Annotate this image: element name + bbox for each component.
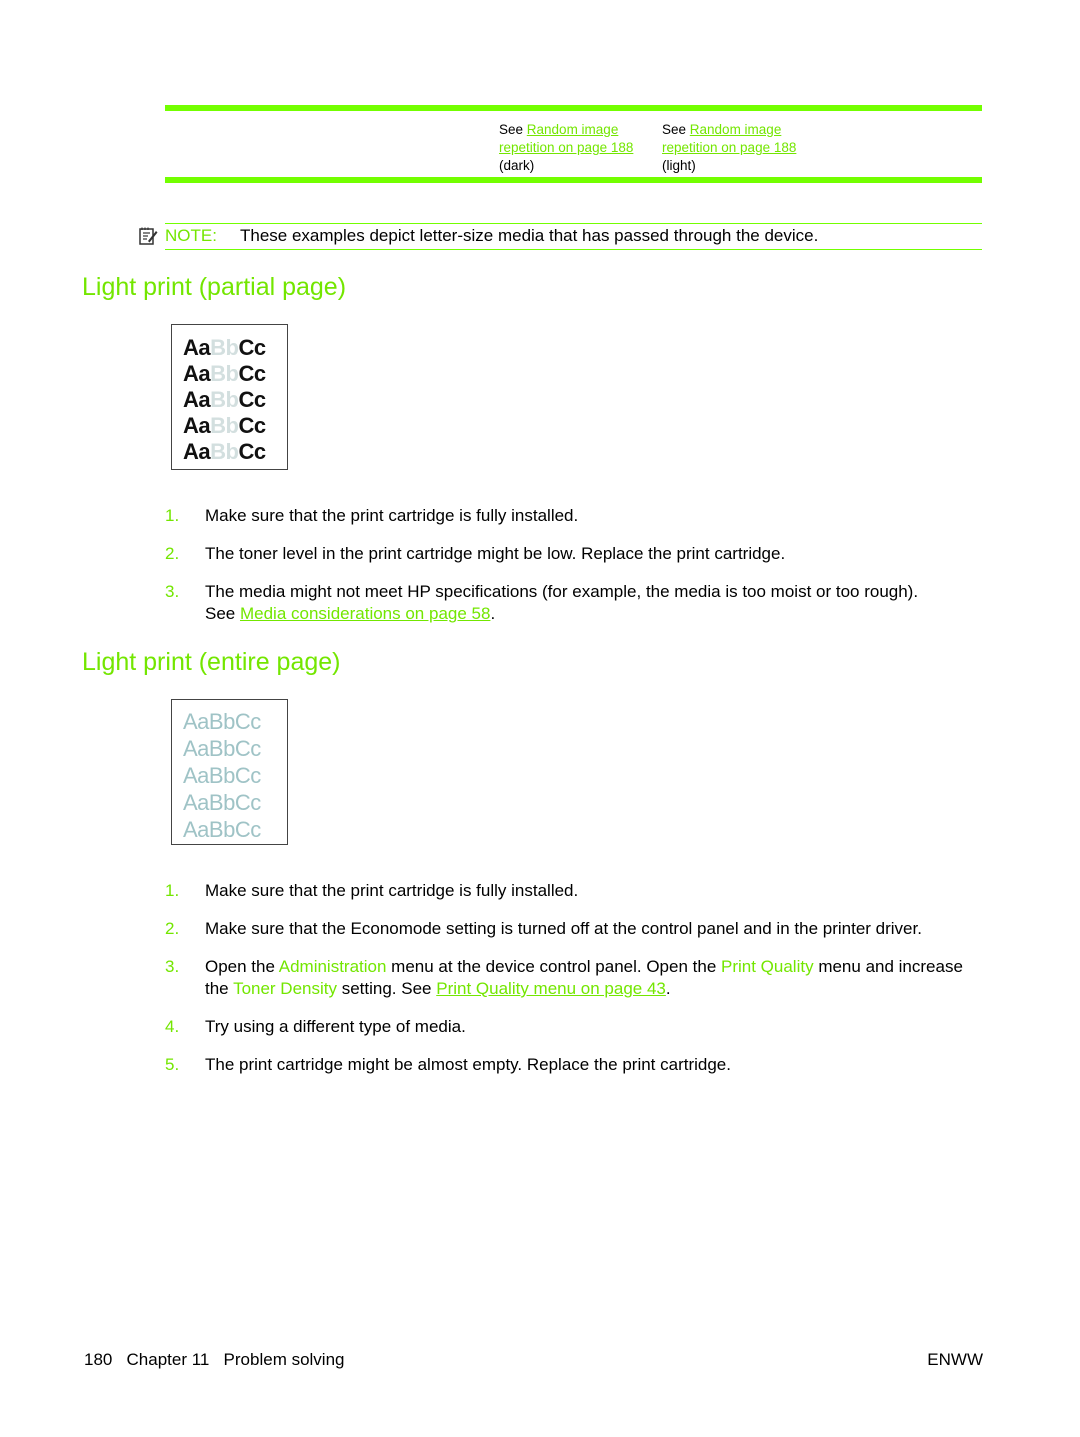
note-text: These examples depict letter-size media … — [240, 226, 819, 245]
media-considerations-link[interactable]: Media considerations on page 58 — [240, 604, 490, 623]
sample-image-partial-page: AaBbCc AaBbCc AaBbCc AaBbCc AaBbCc — [171, 324, 288, 470]
list-item: 3. Open the Administration menu at the de… — [165, 957, 963, 998]
sample-row: AaBbCc — [183, 361, 266, 386]
section-title-partial-page: Light print (partial page) — [82, 273, 347, 301]
cell-suffix: (light) — [662, 158, 696, 173]
sample-image-entire-page: AaBbCc AaBbCc AaBbCc AaBbCc AaBbCc — [171, 699, 288, 845]
page-footer-right: ENWW — [927, 1350, 983, 1369]
sample-row: AaBbCc — [183, 763, 261, 788]
image-repetition-table: See Random image repetition on page 188 … — [165, 105, 982, 183]
table-cell-dark: See Random image repetition on page 188 … — [499, 121, 659, 175]
print-quality-menu-link[interactable]: Print Quality menu on page 43 — [436, 979, 666, 998]
note-label: NOTE: — [165, 226, 217, 245]
steps-list-partial-page: 1. Make sure that the print cartridge is … — [165, 505, 985, 641]
list-item: 4. Try using a different type of media. — [165, 1017, 466, 1036]
sample-row: AaBbCc — [183, 439, 266, 464]
list-item: 1. Make sure that the print cartridge is … — [165, 506, 579, 525]
note-box: NOTE: These examples depict letter-size … — [138, 223, 982, 250]
section-title-entire-page: Light print (entire page) — [82, 648, 341, 676]
sample-row: AaBbCc — [183, 335, 266, 360]
page-footer-left: 180 Chapter 11 Problem solving — [84, 1350, 345, 1369]
sample-row: AaBbCc — [183, 387, 266, 412]
note-icon — [139, 227, 158, 245]
menu-print-quality: Print Quality — [721, 957, 814, 976]
list-item: 2. The toner level in the print cartridge… — [165, 544, 786, 563]
list-item: 3. The media might not meet HP specificat… — [165, 582, 919, 623]
steps-list-entire-page: 1. Make sure that the print cartridge is … — [165, 880, 985, 1092]
note-rule-top — [165, 223, 982, 224]
sample-row: AaBbCc — [183, 709, 261, 734]
table-cell-light: See Random image repetition on page 188 … — [662, 121, 822, 175]
see-prefix: See — [499, 122, 527, 137]
sample-row: AaBbCc — [183, 790, 261, 815]
setting-toner-density: Toner Density — [233, 979, 337, 998]
note-rule-bottom — [165, 249, 982, 250]
sample-row: AaBbCc — [183, 817, 261, 842]
list-item: 5. The print cartridge might be almost em… — [165, 1055, 731, 1074]
see-prefix: See — [662, 122, 690, 137]
list-item: 1. Make sure that the print cartridge is … — [165, 881, 579, 900]
sample-row: AaBbCc — [183, 736, 261, 761]
list-item: 2. Make sure that the Economode setting i… — [165, 919, 922, 938]
menu-administration: Administration — [278, 957, 387, 976]
sample-row: AaBbCc — [183, 413, 266, 438]
cell-suffix: (dark) — [499, 158, 535, 173]
